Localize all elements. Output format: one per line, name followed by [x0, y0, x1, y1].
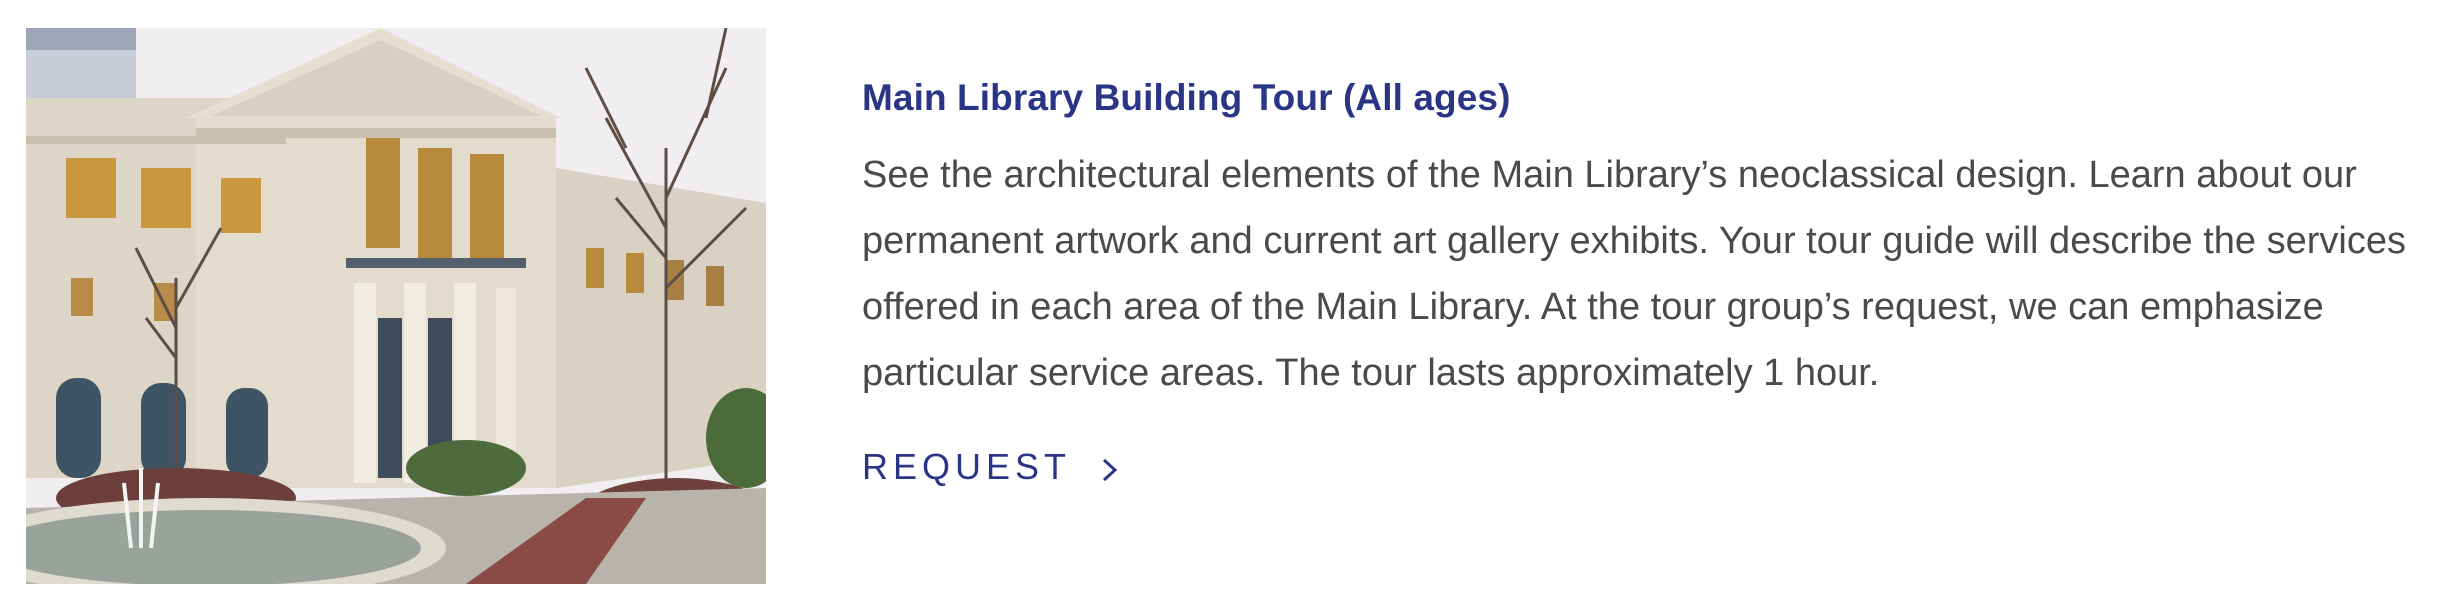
chevron-right-icon	[1099, 452, 1121, 482]
program-details: Main Library Building Tour (All ages) Se…	[862, 68, 2422, 488]
program-card: Main Library Building Tour (All ages) Se…	[0, 0, 2444, 608]
library-building-photo	[26, 28, 766, 584]
request-label: REQUEST	[862, 446, 1072, 487]
program-title: Main Library Building Tour (All ages)	[862, 77, 1511, 118]
request-link[interactable]: REQUEST	[862, 446, 1121, 488]
program-description: See the architectural elements of the Ma…	[862, 154, 2406, 394]
